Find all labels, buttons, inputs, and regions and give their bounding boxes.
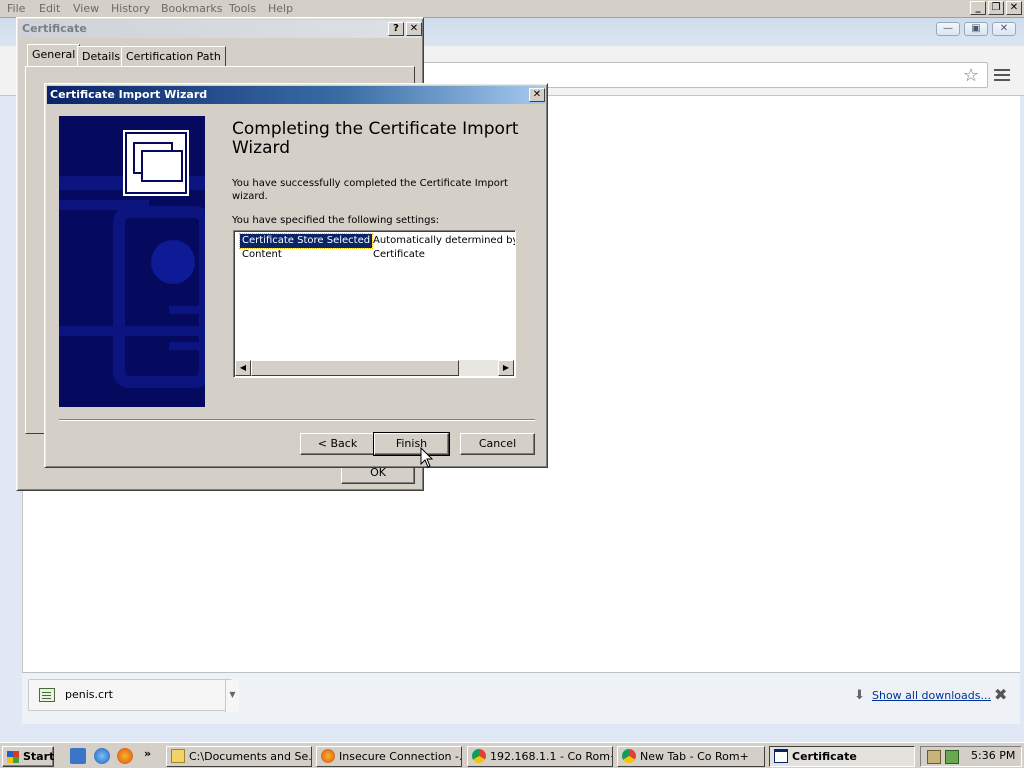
close-icon[interactable]: ✕ (406, 22, 422, 36)
scroll-left-icon[interactable]: ◀ (235, 360, 251, 376)
minimize-icon[interactable]: _ (970, 1, 986, 15)
scrollbar-thumb[interactable] (251, 360, 459, 376)
menu-view[interactable]: View (73, 2, 99, 15)
close-icon[interactable]: ✕ (529, 88, 545, 102)
setting-value: Certificate (373, 249, 425, 260)
setting-name: Certificate Store Selected (238, 233, 374, 249)
tab-general[interactable]: General (27, 44, 81, 67)
finish-button[interactable]: Finish (373, 432, 450, 456)
tray-app-icon[interactable] (927, 750, 941, 764)
restore-icon[interactable]: ▣ (964, 22, 988, 36)
download-arrow-icon: ⬇ (854, 688, 865, 703)
tab-details[interactable]: Details (77, 46, 126, 67)
close-icon[interactable]: ✕ (992, 22, 1016, 36)
list-item[interactable]: Certificate Store Selected Automatically… (238, 233, 516, 249)
wizard-heading: Completing the Certificate Import Wizard (232, 120, 532, 158)
mouse-cursor-icon (420, 447, 434, 468)
system-tray: 5:36 PM (920, 746, 1022, 767)
task-label: Certificate (792, 750, 857, 763)
certificate-title-bar: Certificate ? ✕ (19, 20, 422, 38)
download-item[interactable]: penis.crt ▼ (28, 679, 239, 712)
taskbar-item-chrome-newtab[interactable]: New Tab - Co Rom+ (617, 746, 765, 767)
list-item[interactable]: Content Certificate (238, 248, 515, 262)
start-button[interactable]: Start (2, 746, 54, 767)
network-icon[interactable] (945, 750, 959, 764)
firefox-icon[interactable] (117, 748, 133, 764)
start-label: Start (23, 750, 55, 763)
settings-label: You have specified the following setting… (232, 215, 440, 226)
taskbar-item-explorer[interactable]: C:\Documents and Se... (166, 746, 312, 767)
task-label: 192.168.1.1 - Co Rom+ (490, 750, 613, 763)
desktop-icon[interactable] (70, 748, 86, 764)
scroll-right-icon[interactable]: ▶ (498, 360, 514, 376)
show-all-downloads-link[interactable]: Show all downloads... (872, 689, 991, 702)
success-message: You have successfully completed the Cert… (232, 178, 508, 202)
setting-name: Content (242, 249, 282, 260)
menu-help[interactable]: Help (268, 2, 293, 15)
taskbar-item-certificate[interactable]: Certificate (769, 746, 915, 767)
help-icon[interactable]: ? (388, 22, 404, 36)
bookmark-star-icon[interactable]: ☆ (963, 65, 979, 86)
certificate-window-icon (774, 749, 788, 763)
restore-icon[interactable]: ❐ (988, 1, 1004, 15)
menu-bookmarks[interactable]: Bookmarks (161, 2, 222, 15)
task-label: C:\Documents and Se... (189, 750, 312, 763)
clock[interactable]: 5:36 PM (971, 749, 1015, 762)
wizard-title-bar: Certificate Import Wizard ✕ (47, 86, 545, 104)
close-icon[interactable]: ✖ (994, 685, 1007, 704)
firefox-menu-bar: File Edit View History Bookmarks Tools H… (0, 0, 1024, 18)
menu-history[interactable]: History (111, 2, 150, 15)
certificate-import-wizard: Certificate Import Wizard ✕ Completing t… (44, 83, 548, 468)
taskbar-item-chrome-router[interactable]: 192.168.1.1 - Co Rom+ (467, 746, 613, 767)
horizontal-scrollbar[interactable]: ◀ ▶ (235, 360, 514, 376)
windows-logo-icon (7, 751, 19, 763)
download-file-name: penis.crt (65, 688, 113, 701)
cancel-button[interactable]: Cancel (460, 433, 535, 455)
taskbar: Start » C:\Documents and Se... Insecure … (0, 742, 1024, 768)
settings-list[interactable]: Certificate Store Selected Automatically… (233, 230, 516, 378)
tab-certification-path[interactable]: Certification Path (121, 46, 226, 67)
dialog-title: Certificate (22, 22, 87, 35)
chevron-right-icon[interactable]: » (144, 747, 151, 760)
divider (59, 419, 535, 421)
firefox-window-controls: _ ❐ ✕ (970, 1, 1022, 15)
setting-value: Automatically determined by t (373, 235, 516, 246)
heading-line-1: Completing the Certificate Import (232, 119, 519, 139)
task-label: New Tab - Co Rom+ (640, 750, 749, 763)
download-shelf: penis.crt ▼ ⬇ Show all downloads... ✖ (22, 672, 1020, 724)
back-button[interactable]: < Back (300, 433, 375, 455)
heading-line-2: Wizard (232, 138, 290, 158)
certificate-file-icon (39, 688, 55, 702)
close-icon[interactable]: ✕ (1006, 1, 1022, 15)
chrome-icon (622, 749, 636, 763)
firefox-icon (321, 749, 335, 763)
taskbar-item-firefox[interactable]: Insecure Connection -... (316, 746, 462, 767)
wizard-banner-image (59, 116, 205, 407)
menu-tools[interactable]: Tools (229, 2, 256, 15)
chrome-window-controls: — ▣ ✕ (936, 22, 1016, 36)
menu-edit[interactable]: Edit (39, 2, 60, 15)
minimize-icon[interactable]: — (936, 22, 960, 36)
folder-icon (171, 749, 185, 763)
dialog-title: Certificate Import Wizard (50, 88, 208, 101)
task-label: Insecure Connection -... (339, 750, 462, 763)
chrome-icon (472, 749, 486, 763)
chrome-menu-icon[interactable] (994, 66, 1010, 82)
chevron-down-icon[interactable]: ▼ (225, 680, 239, 712)
menu-file[interactable]: File (7, 2, 25, 15)
internet-explorer-icon[interactable] (94, 748, 110, 764)
certificate-icon (123, 130, 189, 196)
